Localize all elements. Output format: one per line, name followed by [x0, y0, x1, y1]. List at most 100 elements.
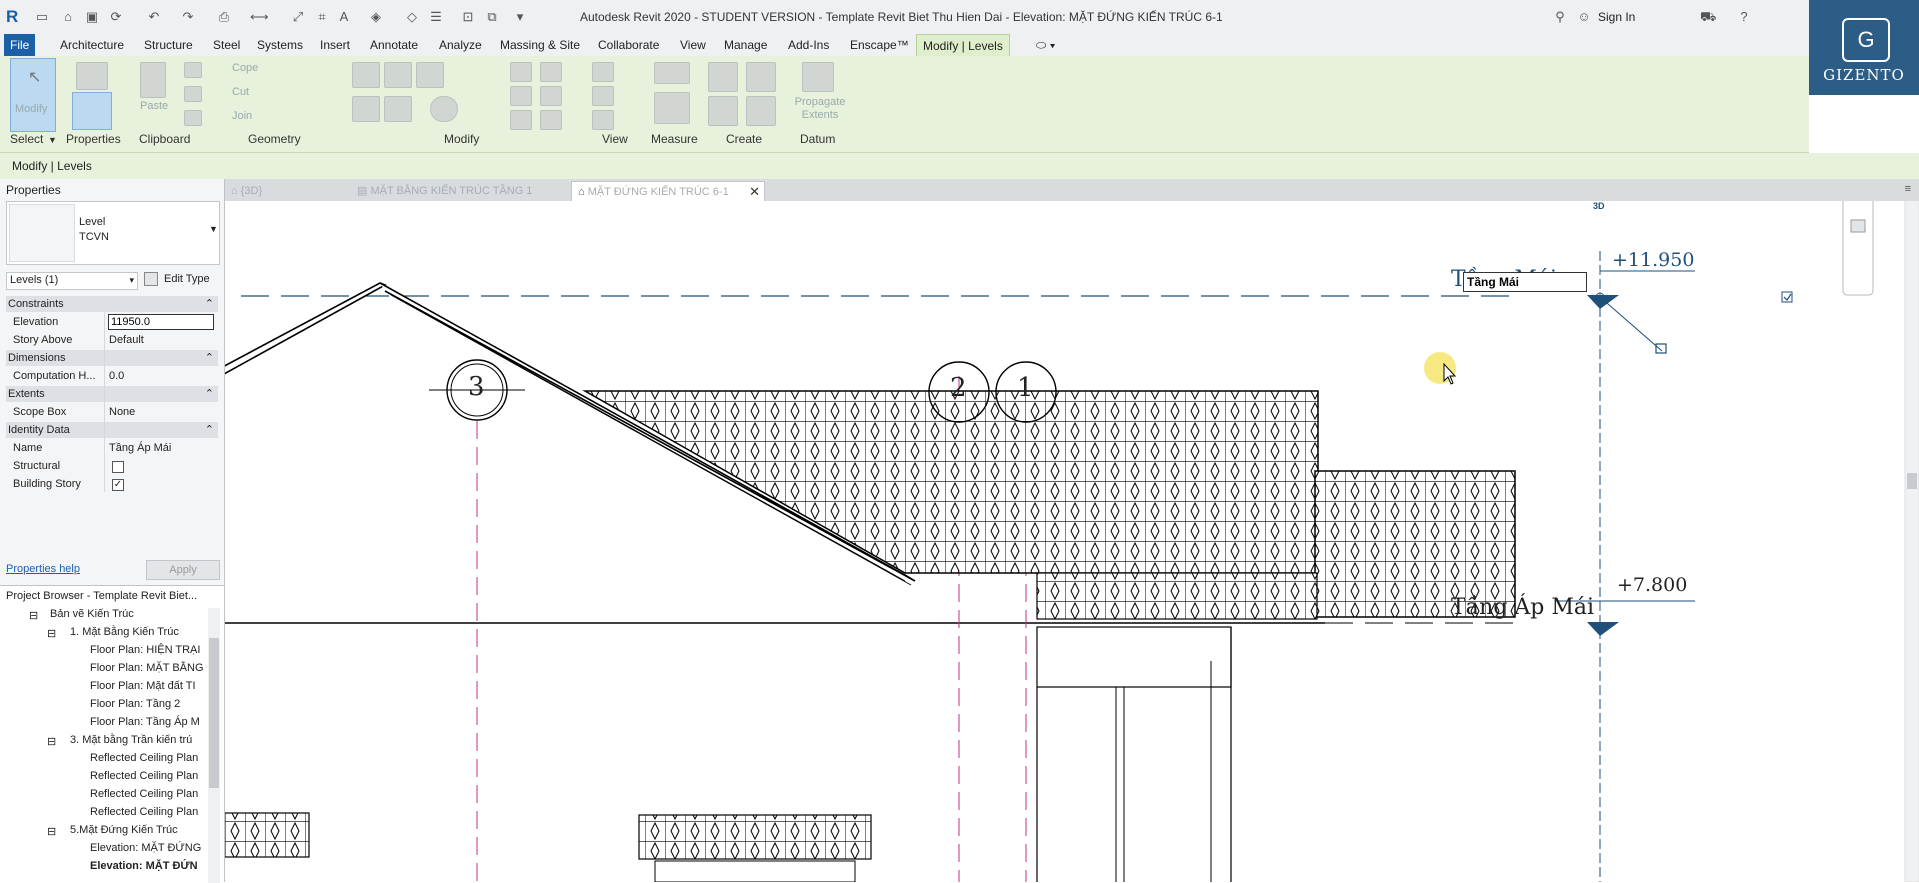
- type-properties-icon[interactable]: [76, 62, 108, 90]
- type-dropdown-icon[interactable]: ▼: [209, 224, 218, 234]
- drawing-canvas[interactable]: 3 2 1 +11.950 Tầng Mái +7.800 Tầng Áp Má…: [225, 201, 1919, 882]
- tab-analyze[interactable]: Analyze: [433, 34, 488, 56]
- tree-item-elevation-1[interactable]: Elevation: MẶT ĐỨNG: [90, 842, 201, 854]
- cut-geometry-icon[interactable]: [184, 62, 202, 78]
- pin-icon[interactable]: [510, 110, 532, 130]
- switch-windows-icon[interactable]: ⧉: [484, 9, 500, 25]
- new-icon[interactable]: ▭: [34, 9, 50, 25]
- tree-item-mat-bang-tran[interactable]: 3. Mặt bằng Trần kiến trú: [70, 734, 192, 746]
- close-tab-icon[interactable]: ✕: [749, 182, 760, 202]
- tab-enscape[interactable]: Enscape™: [844, 34, 915, 56]
- tree-node-toggle[interactable]: ⊟: [29, 609, 38, 622]
- tree-item-floor-plan-tang-ap-mai[interactable]: Floor Plan: Tầng Áp M: [90, 716, 200, 728]
- override-graphics-icon[interactable]: [592, 86, 614, 106]
- building-story-checkbox[interactable]: ✓: [112, 479, 124, 491]
- move-icon[interactable]: [352, 96, 380, 122]
- wall-joins-icon[interactable]: [184, 110, 202, 126]
- tree-item-mat-dung[interactable]: 5.Mặt Đứng Kiến Trúc: [70, 824, 178, 836]
- instance-filter-select[interactable]: Levels (1) ▾: [6, 272, 138, 290]
- level-name-edit-field[interactable]: [1463, 272, 1587, 292]
- dimension-icon[interactable]: ⤢: [290, 9, 306, 25]
- type-selector[interactable]: Level TCVN ▼: [6, 201, 220, 265]
- elevation-input[interactable]: [108, 314, 214, 330]
- level-name-tang-ap-mai[interactable]: Tầng Áp Mái: [1451, 595, 1594, 620]
- rotate-icon[interactable]: [430, 96, 458, 122]
- properties-help-link[interactable]: Properties help: [6, 563, 80, 575]
- create-similar-icon[interactable]: [746, 62, 776, 92]
- structural-checkbox[interactable]: [112, 461, 124, 473]
- undo-icon[interactable]: ↶: [146, 9, 162, 25]
- tree-item-ban-ve-kien-truc[interactable]: Bản vẽ Kiến Trúc: [50, 608, 134, 620]
- thin-lines-icon[interactable]: ☰: [428, 9, 444, 25]
- level-elevation-tang-ap-mai[interactable]: +7.800: [1617, 574, 1687, 596]
- collapse-icon[interactable]: ⌃: [203, 296, 214, 312]
- revit-logo-icon[interactable]: R: [6, 7, 24, 27]
- tree-node-toggle[interactable]: ⊟: [47, 825, 56, 838]
- tab-steel[interactable]: Steel: [207, 34, 246, 56]
- select-panel-label[interactable]: Select: [10, 132, 43, 146]
- help-icon[interactable]: ?: [1736, 9, 1752, 25]
- tab-annotate[interactable]: Annotate: [364, 34, 424, 56]
- collapse-icon[interactable]: ⌃: [203, 386, 214, 402]
- print-icon[interactable]: ⎙: [216, 9, 232, 25]
- linework-icon[interactable]: [592, 110, 614, 130]
- apply-button[interactable]: Apply: [146, 560, 220, 580]
- save-icon[interactable]: ▣: [84, 9, 100, 25]
- grid-label-2[interactable]: 2: [950, 373, 967, 403]
- tree-item-rcp-3[interactable]: Reflected Ceiling Plan: [90, 788, 198, 800]
- tree-node-toggle[interactable]: ⊟: [47, 627, 56, 640]
- tab-manage[interactable]: Manage: [718, 34, 773, 56]
- create-parts-icon[interactable]: [746, 96, 776, 126]
- ribbon-minimize-icon[interactable]: ⬭ ▾: [1030, 34, 1061, 56]
- join-geometry-icon[interactable]: [184, 86, 202, 102]
- mirror-icon[interactable]: [416, 62, 444, 88]
- sync-icon[interactable]: ⟳: [108, 9, 124, 25]
- tab-collaborate[interactable]: Collaborate: [592, 34, 665, 56]
- delete-icon[interactable]: [540, 110, 562, 130]
- view-tab-3d[interactable]: ⌂ {3D}: [231, 181, 262, 201]
- 3d-view-icon[interactable]: ◈: [368, 9, 384, 25]
- align-icon[interactable]: [352, 62, 380, 88]
- tab-architecture[interactable]: Architecture: [54, 34, 130, 56]
- modify-tool-button[interactable]: ↖ Modify: [10, 58, 56, 132]
- section-dimensions[interactable]: Dimensions ⌃: [6, 350, 218, 366]
- tree-item-floor-plan-hien-trang[interactable]: Floor Plan: HIỆN TRẠI: [90, 644, 200, 656]
- browser-scroll-thumb[interactable]: [209, 638, 219, 788]
- edit-type-button[interactable]: Edit Type: [144, 271, 218, 289]
- cope-button[interactable]: Cope: [232, 62, 258, 74]
- prop-name[interactable]: Name Tầng Áp Mái: [6, 440, 218, 458]
- tab-modify-levels[interactable]: Modify | Levels: [916, 34, 1010, 56]
- tab-view[interactable]: View: [674, 34, 712, 56]
- hide-view-icon[interactable]: [592, 62, 614, 82]
- dimension-tool-icon[interactable]: [654, 92, 690, 124]
- view-cube-3d-label[interactable]: 3D: [1593, 201, 1605, 211]
- tree-item-floor-plan-mat-dat[interactable]: Floor Plan: Mặt đất TI: [90, 680, 196, 692]
- measure-icon[interactable]: ⟷: [250, 9, 269, 25]
- prop-story-above[interactable]: Story Above Default: [6, 332, 218, 350]
- scale-icon[interactable]: [540, 86, 562, 106]
- paste-label[interactable]: Paste: [140, 100, 168, 112]
- section-identity-data[interactable]: Identity Data ⌃: [6, 422, 218, 438]
- tree-node-toggle[interactable]: ⊟: [47, 735, 56, 748]
- redo-icon[interactable]: ↷: [180, 9, 196, 25]
- tab-menu-icon[interactable]: ≡: [1905, 183, 1911, 195]
- propagate-extents-icon[interactable]: [802, 62, 834, 92]
- collapse-icon[interactable]: ⌃: [203, 422, 214, 438]
- tab-structure[interactable]: Structure: [138, 34, 199, 56]
- cut-button[interactable]: Cut: [232, 86, 249, 98]
- tree-item-elevation-active[interactable]: Elevation: MẶT ĐỨN: [90, 860, 198, 872]
- tree-item-floor-plan-tang-2[interactable]: Floor Plan: Tầng 2: [90, 698, 180, 710]
- tab-add-ins[interactable]: Add-Ins: [782, 34, 835, 56]
- create-assembly-icon[interactable]: [708, 62, 738, 92]
- tree-item-rcp-1[interactable]: Reflected Ceiling Plan: [90, 752, 198, 764]
- tree-item-floor-plan-mat-bang[interactable]: Floor Plan: MẶT BẰNG: [90, 662, 204, 674]
- cart-icon[interactable]: ⛟: [1700, 9, 1716, 25]
- collapse-icon[interactable]: ⌃: [203, 350, 214, 366]
- grid-label-1[interactable]: 1: [1017, 373, 1034, 403]
- tree-item-rcp-4[interactable]: Reflected Ceiling Plan: [90, 806, 198, 818]
- copy-icon[interactable]: [384, 96, 412, 122]
- level-elevation-tang-mai[interactable]: +11.950: [1612, 249, 1694, 271]
- search-icon[interactable]: ⚲: [1552, 9, 1568, 25]
- propagate-extents-label[interactable]: Propagate Extents: [792, 96, 848, 122]
- tab-systems[interactable]: Systems: [251, 34, 309, 56]
